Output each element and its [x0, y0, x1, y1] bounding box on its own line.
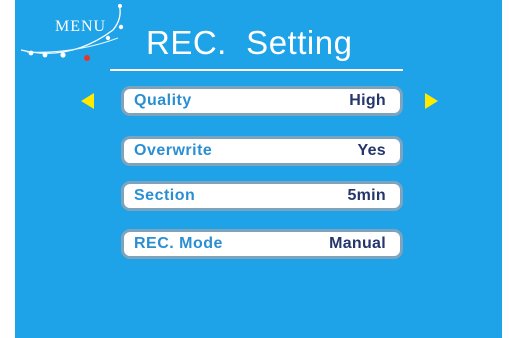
setting-label: Overwrite: [134, 142, 213, 159]
setting-value: 5min: [347, 187, 386, 204]
setting-label: Section: [134, 187, 196, 204]
page-title: REC. Setting: [146, 24, 353, 61]
setting-value: Manual: [329, 235, 386, 252]
setting-row-overwrite[interactable]: Overwrite Yes: [121, 136, 403, 166]
title-underline: [110, 69, 403, 71]
setting-value: Yes: [357, 142, 386, 159]
setting-row-section[interactable]: Section 5min: [121, 181, 403, 211]
setting-label: Quality: [134, 92, 192, 109]
menu-logo[interactable]: MENU: [15, 0, 145, 70]
setting-value: High: [349, 92, 386, 109]
setting-label: REC. Mode: [134, 235, 223, 252]
menu-logo-text: MENU: [55, 18, 107, 35]
triangle-right-icon[interactable]: [425, 93, 438, 109]
setting-row-quality[interactable]: Quality High: [121, 86, 403, 116]
osd-screen: MENU REC. Setting Quality High Overwrite…: [15, 0, 502, 338]
setting-row-rec-mode[interactable]: REC. Mode Manual: [121, 229, 403, 259]
triangle-left-icon[interactable]: [81, 93, 94, 109]
